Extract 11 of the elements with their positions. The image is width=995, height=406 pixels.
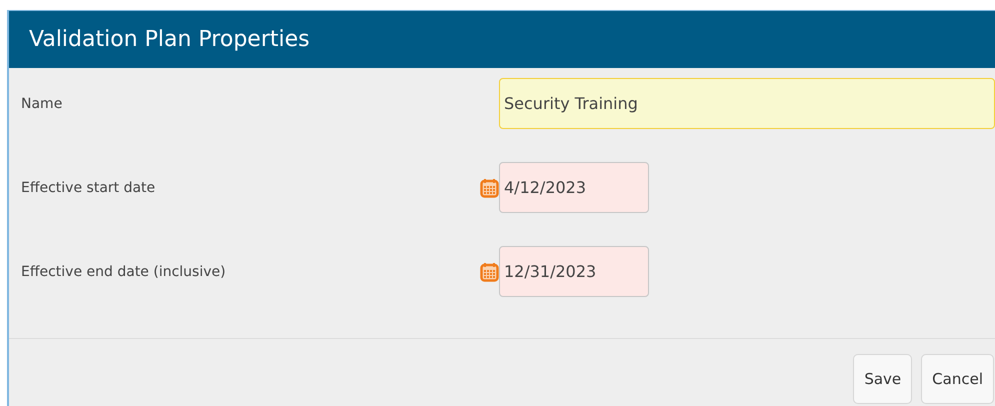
date-field[interactable]: 4/12/2023 bbox=[499, 162, 649, 213]
cancel-button[interactable]: Cancel bbox=[921, 354, 994, 404]
calendar-icon[interactable] bbox=[480, 262, 499, 282]
calendar-icon[interactable] bbox=[480, 178, 499, 198]
field-label: Effective end date (inclusive) bbox=[21, 264, 227, 280]
dialog-title: Validation Plan Properties bbox=[29, 27, 310, 52]
date-field[interactable]: 12/31/2023 bbox=[499, 246, 649, 297]
field-label: Name bbox=[21, 96, 64, 112]
save-button[interactable]: Save bbox=[853, 354, 912, 404]
input-field[interactable]: Security Training bbox=[499, 78, 995, 129]
field-label: Effective start date bbox=[21, 180, 156, 196]
